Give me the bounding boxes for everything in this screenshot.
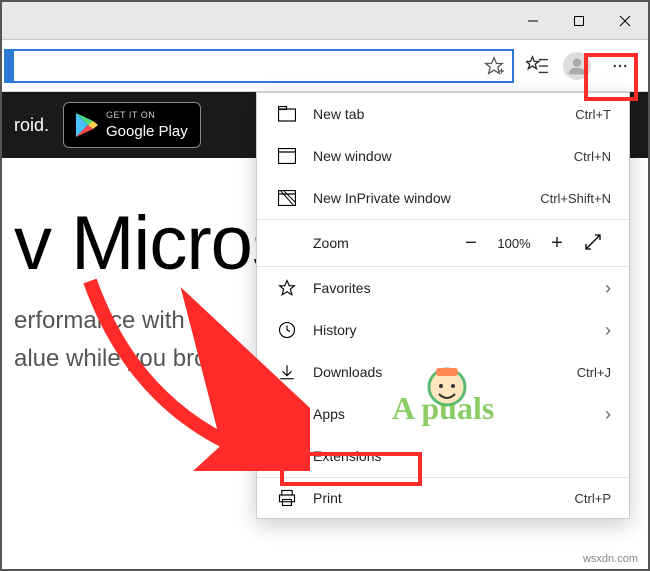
menu-label: New tab	[313, 106, 575, 122]
menu-label: History	[313, 322, 605, 338]
menu-print[interactable]: Print Ctrl+P	[257, 478, 629, 518]
close-button[interactable]	[602, 2, 648, 39]
apps-icon	[275, 406, 299, 422]
profile-avatar[interactable]	[560, 49, 594, 83]
zoom-label: Zoom	[275, 235, 453, 251]
menu-shortcut: Ctrl+T	[575, 107, 611, 122]
download-icon	[275, 363, 299, 381]
star-icon	[275, 279, 299, 297]
settings-more-button[interactable]	[600, 49, 640, 83]
settings-menu: New tab Ctrl+T New window Ctrl+N New InP…	[256, 92, 630, 519]
menu-new-window[interactable]: New window Ctrl+N	[257, 135, 629, 177]
chevron-right-icon: ›	[605, 404, 611, 425]
chevron-right-icon: ›	[605, 320, 611, 341]
zoom-in-button[interactable]: +	[539, 232, 575, 255]
maximize-button[interactable]	[556, 2, 602, 39]
menu-apps[interactable]: Apps ›	[257, 393, 629, 435]
menu-label: Extensions	[313, 448, 611, 464]
menu-label: Print	[313, 490, 575, 506]
print-icon	[275, 489, 299, 507]
zoom-out-button[interactable]: −	[453, 232, 489, 255]
menu-shortcut: Ctrl+N	[574, 149, 611, 164]
menu-zoom: Zoom − 100% +	[257, 220, 629, 266]
browser-toolbar	[2, 40, 648, 92]
window-titlebar	[2, 2, 648, 40]
chevron-right-icon: ›	[605, 278, 611, 299]
address-bar[interactable]	[4, 49, 514, 83]
menu-shortcut: Ctrl+P	[575, 491, 611, 506]
history-icon	[275, 321, 299, 339]
minimize-button[interactable]	[510, 2, 556, 39]
menu-shortcut: Ctrl+Shift+N	[540, 191, 611, 206]
menu-label: Downloads	[313, 364, 577, 380]
add-favorite-icon[interactable]	[482, 54, 506, 78]
menu-extensions[interactable]: Extensions	[257, 435, 629, 477]
menu-new-inprivate[interactable]: New InPrivate window Ctrl+Shift+N	[257, 177, 629, 219]
fullscreen-button[interactable]	[575, 234, 611, 253]
google-play-badge[interactable]: GET IT ON Google Play	[63, 102, 201, 148]
address-selection	[6, 51, 14, 81]
menu-new-tab[interactable]: New tab Ctrl+T	[257, 93, 629, 135]
menu-favorites[interactable]: Favorites ›	[257, 267, 629, 309]
menu-label: Apps	[313, 406, 605, 422]
menu-downloads[interactable]: Downloads Ctrl+J	[257, 351, 629, 393]
menu-label: New window	[313, 148, 574, 164]
menu-label: Favorites	[313, 280, 605, 296]
watermark: wsxdn.com	[583, 553, 638, 565]
favorites-list-icon[interactable]	[520, 49, 554, 83]
inprivate-icon	[275, 190, 299, 206]
new-window-icon	[275, 148, 299, 164]
banner-lead-text: roid.	[14, 115, 49, 136]
extensions-icon	[275, 447, 299, 465]
new-tab-icon	[275, 106, 299, 122]
menu-history[interactable]: History ›	[257, 309, 629, 351]
zoom-percent: 100%	[489, 236, 539, 251]
menu-label: New InPrivate window	[313, 190, 540, 206]
google-play-icon	[76, 113, 98, 137]
menu-shortcut: Ctrl+J	[577, 365, 611, 380]
google-play-text: GET IT ON Google Play	[106, 110, 188, 141]
